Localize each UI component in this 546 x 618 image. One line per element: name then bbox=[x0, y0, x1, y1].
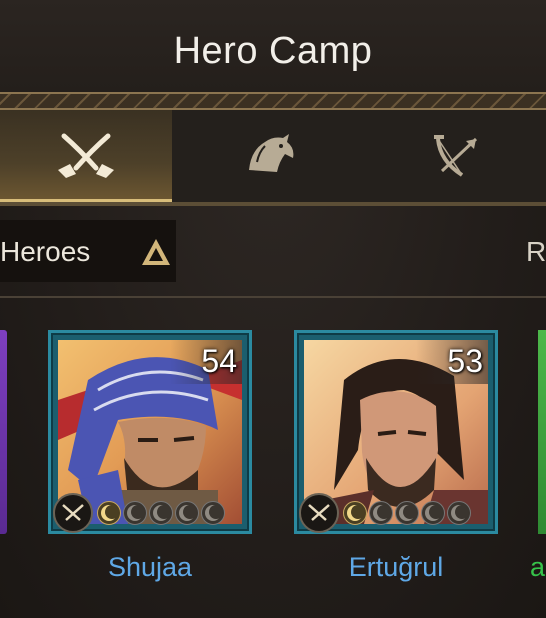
header: Hero Camp bbox=[0, 0, 546, 92]
hero-camp-screen: Hero Camp Heroes R 54 Shujaa 53 Ertuğrul… bbox=[0, 0, 546, 618]
tab-infantry[interactable] bbox=[0, 110, 172, 202]
hero-name[interactable]: Shujaa bbox=[48, 552, 252, 583]
star-icon bbox=[175, 501, 199, 525]
hero-card-partial-right[interactable] bbox=[538, 330, 546, 534]
infantry-class-icon bbox=[299, 493, 339, 533]
star-icon bbox=[149, 501, 173, 525]
star-rating bbox=[97, 501, 225, 529]
star-icon bbox=[369, 501, 393, 525]
star-icon bbox=[201, 501, 225, 525]
hero-name-partial[interactable]: a bbox=[530, 552, 545, 583]
ornamental-divider bbox=[0, 92, 546, 110]
bow-arrow-icon bbox=[434, 135, 478, 177]
hero-level: 53 bbox=[447, 343, 483, 379]
secondary-filter-label[interactable]: R bbox=[526, 236, 546, 268]
row-divider bbox=[0, 296, 546, 298]
star-icon bbox=[395, 501, 419, 525]
horse-head-icon bbox=[249, 134, 294, 172]
tab-archer[interactable] bbox=[370, 110, 546, 202]
star-icon bbox=[421, 501, 445, 525]
star-rating bbox=[343, 501, 471, 529]
sort-up-icon bbox=[142, 239, 170, 265]
tab-bar bbox=[0, 110, 546, 202]
crossed-swords-icon bbox=[58, 133, 114, 178]
star-icon bbox=[123, 501, 147, 525]
hero-level: 54 bbox=[201, 343, 237, 379]
page-title: Hero Camp bbox=[173, 30, 373, 72]
star-icon bbox=[97, 501, 121, 525]
filter-label: Heroes bbox=[0, 236, 91, 267]
infantry-class-icon bbox=[53, 493, 93, 533]
heroes-sort-dropdown[interactable]: Heroes bbox=[0, 220, 176, 282]
hero-card[interactable]: 54 bbox=[48, 330, 252, 534]
hero-name[interactable]: Ertuğrul bbox=[294, 552, 498, 583]
star-icon bbox=[343, 501, 367, 525]
hero-card[interactable]: 53 bbox=[294, 330, 498, 534]
hero-card-partial-left[interactable] bbox=[0, 330, 7, 534]
tab-cavalry[interactable] bbox=[172, 110, 370, 202]
filter-row: Heroes R bbox=[0, 206, 546, 298]
star-icon bbox=[447, 501, 471, 525]
